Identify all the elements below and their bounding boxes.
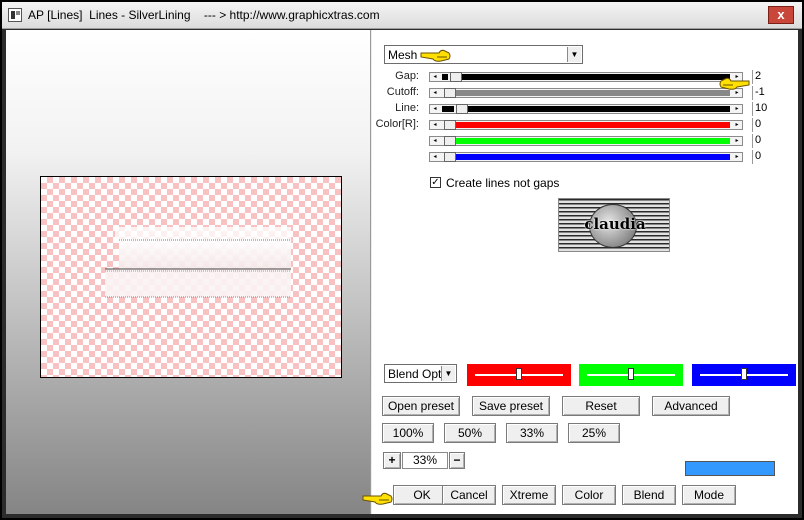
slider-track[interactable]: ◂ ▸ bbox=[429, 120, 743, 130]
slider-thumb[interactable] bbox=[628, 368, 634, 380]
zoom-level-field[interactable]: 33% bbox=[402, 452, 448, 469]
create-lines-label: Create lines not gaps bbox=[446, 176, 560, 190]
arrow-left-icon[interactable]: ◂ bbox=[430, 137, 440, 145]
slider-fill bbox=[456, 90, 730, 96]
slider-fill bbox=[462, 74, 730, 80]
arrow-right-icon[interactable]: ▸ bbox=[732, 153, 742, 161]
zoom-50-button[interactable]: 50% bbox=[444, 423, 496, 443]
slider-track[interactable]: ◂ ▸ bbox=[429, 88, 743, 98]
slider-label: Cutoff: bbox=[386, 86, 419, 98]
slider-fill-left bbox=[442, 106, 454, 112]
arrow-left-icon[interactable]: ◂ bbox=[430, 153, 440, 161]
chevron-down-icon: ▼ bbox=[567, 47, 581, 62]
pointing-hand-icon bbox=[719, 77, 750, 90]
xtreme-button[interactable]: Xtreme bbox=[502, 485, 556, 505]
slider-value-field[interactable]: 0 bbox=[752, 118, 788, 132]
blend-color-slider[interactable] bbox=[467, 364, 571, 386]
window-title: AP [Lines] Lines - SilverLining --- > ht… bbox=[28, 8, 380, 22]
save-preset-button[interactable]: Save preset bbox=[472, 396, 550, 416]
color-swatch[interactable] bbox=[685, 461, 775, 476]
reset-button[interactable]: Reset bbox=[562, 396, 640, 416]
slider-fill bbox=[456, 138, 730, 144]
blend-button[interactable]: Blend bbox=[622, 485, 676, 505]
slider-label: Gap: bbox=[395, 70, 419, 82]
arrow-right-icon[interactable]: ▸ bbox=[732, 105, 742, 113]
close-button[interactable]: x bbox=[768, 6, 794, 24]
zoom-in-button[interactable]: + bbox=[383, 452, 401, 469]
slider-fill bbox=[456, 154, 730, 160]
cancel-button[interactable]: Cancel bbox=[442, 485, 496, 505]
slider-track[interactable]: ◂ ▸ bbox=[429, 152, 743, 162]
arrow-left-icon[interactable]: ◂ bbox=[430, 89, 440, 97]
client-area: Mesh ▼ Gap: ◂ ▸ 2 Cutoff: ◂ ▸ -1 Line: ◂ ▸ 10 Color[… bbox=[6, 30, 798, 514]
zoom-100-button[interactable]: 100% bbox=[382, 423, 434, 443]
mode-select-value: Mesh bbox=[388, 48, 418, 62]
logo-text: claudia bbox=[584, 215, 646, 233]
arrow-right-icon[interactable]: ▸ bbox=[732, 121, 742, 129]
pointing-hand-icon bbox=[420, 49, 451, 62]
blend-color-slider[interactable] bbox=[579, 364, 683, 386]
slider-thumb[interactable] bbox=[450, 72, 462, 82]
advanced-button[interactable]: Advanced bbox=[652, 396, 730, 416]
slider-track[interactable]: ◂ ▸ bbox=[429, 104, 743, 114]
slider-value-field[interactable]: 2 bbox=[752, 70, 788, 84]
slider-thumb[interactable] bbox=[444, 152, 456, 162]
slider-value-field[interactable]: 0 bbox=[752, 134, 788, 148]
zoom-25-button[interactable]: 25% bbox=[568, 423, 620, 443]
slider-label: Line: bbox=[395, 102, 419, 114]
slider-thumb[interactable] bbox=[444, 88, 456, 98]
mode-button[interactable]: Mode bbox=[682, 485, 736, 505]
title-bar[interactable]: AP [Lines] Lines - SilverLining --- > ht… bbox=[2, 2, 802, 29]
app-icon bbox=[8, 8, 22, 22]
arrow-left-icon[interactable]: ◂ bbox=[430, 121, 440, 129]
blend-color-slider[interactable] bbox=[692, 364, 796, 386]
slider-fill bbox=[468, 106, 730, 112]
lines-effect-shape bbox=[105, 227, 291, 298]
open-preset-button[interactable]: Open preset bbox=[382, 396, 460, 416]
arrow-left-icon[interactable]: ◂ bbox=[430, 73, 440, 81]
mode-select[interactable]: Mesh ▼ bbox=[384, 45, 583, 64]
pointing-hand-icon bbox=[362, 492, 393, 505]
slider-thumb[interactable] bbox=[444, 120, 456, 130]
slider-value-field[interactable]: -1 bbox=[752, 86, 788, 100]
preview-image[interactable] bbox=[40, 176, 342, 378]
color-button[interactable]: Color bbox=[562, 485, 616, 505]
slider-label: Color[R]: bbox=[375, 118, 419, 130]
slider-track[interactable]: ◂ ▸ bbox=[429, 72, 743, 82]
slider-fill-left bbox=[442, 74, 448, 80]
arrow-left-icon[interactable]: ◂ bbox=[430, 105, 440, 113]
author-logo: claudia bbox=[558, 198, 670, 252]
slider-thumb[interactable] bbox=[741, 368, 747, 380]
settings-panel: Mesh ▼ Gap: ◂ ▸ 2 Cutoff: ◂ ▸ -1 Line: ◂ ▸ 10 Color[… bbox=[362, 30, 798, 514]
slider-value-field[interactable]: 10 bbox=[752, 102, 788, 116]
create-lines-checkbox[interactable]: ✓ bbox=[430, 177, 441, 188]
preview-panel bbox=[6, 30, 370, 514]
zoom-33-button[interactable]: 33% bbox=[506, 423, 558, 443]
plugin-window: AP [Lines] Lines - SilverLining --- > ht… bbox=[2, 2, 802, 518]
chevron-down-icon: ▼ bbox=[441, 366, 455, 381]
slider-value-field[interactable]: 0 bbox=[752, 150, 788, 164]
slider-thumb[interactable] bbox=[456, 104, 468, 114]
slider-thumb[interactable] bbox=[444, 136, 456, 146]
arrow-right-icon[interactable]: ▸ bbox=[732, 137, 742, 145]
slider-thumb[interactable] bbox=[516, 368, 522, 380]
zoom-out-button[interactable]: − bbox=[449, 452, 465, 469]
slider-track[interactable]: ◂ ▸ bbox=[429, 136, 743, 146]
slider-fill bbox=[456, 122, 730, 128]
blend-options-select[interactable]: Blend Optio ▼ bbox=[384, 364, 457, 383]
